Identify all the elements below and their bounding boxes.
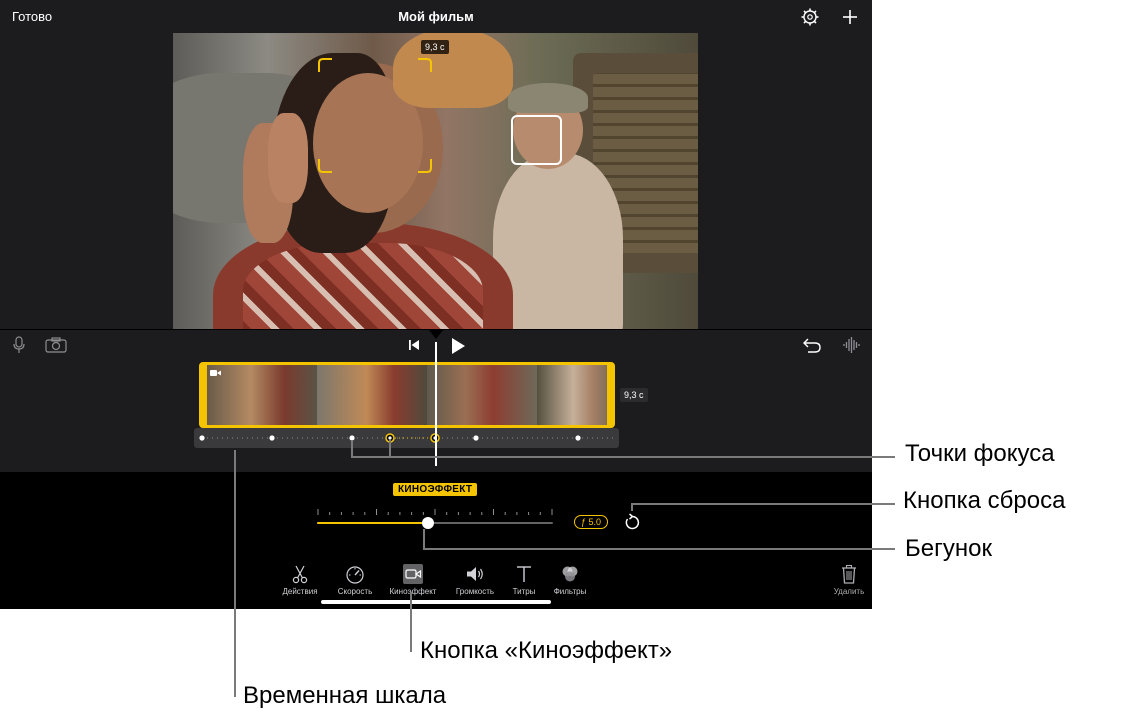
- cinematic-icon: [403, 564, 423, 584]
- video-camera-icon: [210, 370, 221, 376]
- skip-back-icon[interactable]: [407, 338, 421, 352]
- camera-icon[interactable]: [45, 337, 67, 353]
- top-bar: Готово Мой фильм: [0, 0, 872, 33]
- speaker-icon: [467, 567, 483, 581]
- clip-thumbnail: [537, 365, 607, 425]
- playhead[interactable]: [435, 342, 437, 466]
- filters-button[interactable]: Фильтры: [540, 563, 600, 596]
- callout-reset-button: Кнопка сброса: [903, 487, 1066, 514]
- cinematic-button[interactable]: Киноэффект: [383, 563, 443, 596]
- text-icon: [517, 566, 531, 582]
- focus-point[interactable]: [199, 435, 205, 441]
- plus-icon[interactable]: [840, 7, 860, 27]
- play-icon[interactable]: [450, 337, 466, 355]
- actions-button[interactable]: Действия: [270, 563, 330, 596]
- video-frame[interactable]: 9,3 с: [173, 33, 698, 329]
- cinematic-label: Киноэффект: [389, 587, 437, 596]
- playhead-marker: [429, 330, 443, 339]
- speed-button[interactable]: Скорость: [325, 563, 385, 596]
- filters-icon: [562, 566, 578, 582]
- callout-cinematic-button: Кнопка «Киноэффект»: [420, 637, 673, 664]
- clip-thumbnail: [427, 365, 537, 425]
- focus-frame-active[interactable]: [318, 58, 432, 173]
- imovie-app: Готово Мой фильм 9,3 с 9,3 с КИНОЭФФЕКТ …: [0, 0, 872, 609]
- actions-label: Действия: [282, 587, 318, 596]
- clip-thumbnail: [317, 365, 427, 425]
- cinematic-mode-label: КИНОЭФФЕКТ: [393, 483, 478, 496]
- slider-knob[interactable]: [421, 517, 434, 529]
- focus-point[interactable]: [575, 435, 581, 441]
- aperture-value-badge[interactable]: ƒ 5.0: [574, 515, 608, 529]
- gear-icon[interactable]: [800, 7, 820, 27]
- microphone-icon[interactable]: [12, 336, 26, 354]
- trash-icon: [842, 564, 856, 584]
- home-indicator[interactable]: [321, 600, 551, 604]
- delete-label: Удалить: [833, 587, 865, 596]
- clip-duration-badge: 9,3 с: [620, 388, 648, 402]
- focus-frame-inactive[interactable]: [511, 115, 562, 165]
- project-title: Мой фильм: [398, 9, 474, 24]
- speedometer-icon: [346, 566, 364, 584]
- focus-point[interactable]: [269, 435, 275, 441]
- callout-focus-points: Точки фокуса: [905, 440, 1055, 467]
- callout-slider: Бегунок: [905, 535, 992, 562]
- duration-badge: 9,3 с: [421, 40, 449, 54]
- callout-timeline: Временная шкала: [243, 682, 447, 709]
- focus-point[interactable]: [473, 435, 479, 441]
- focus-point[interactable]: [349, 435, 355, 441]
- focus-points-track[interactable]: [194, 428, 619, 448]
- undo-icon[interactable]: [803, 337, 821, 353]
- video-viewer: 9,3 с: [0, 33, 872, 329]
- delete-button[interactable]: Удалить: [819, 563, 872, 596]
- speed-label: Скорость: [337, 587, 373, 596]
- reset-icon[interactable]: [623, 513, 641, 531]
- clip-thumbnail: [207, 365, 317, 425]
- video-clip[interactable]: [199, 362, 615, 428]
- waveform-icon[interactable]: [842, 336, 860, 354]
- timeline-panel: 9,3 с: [0, 330, 872, 472]
- scissors-icon: [292, 565, 308, 584]
- filters-label: Фильтры: [553, 587, 587, 596]
- aperture-slider[interactable]: [312, 504, 562, 534]
